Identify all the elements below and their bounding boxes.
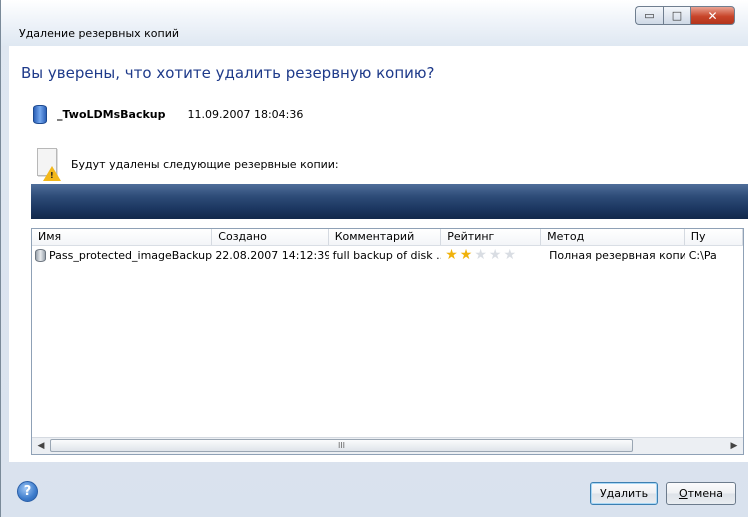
delete-button[interactable]: Удалить bbox=[590, 482, 658, 505]
maximize-button[interactable]: □ bbox=[663, 6, 691, 25]
backup-archive-icon bbox=[33, 104, 47, 124]
table-row[interactable]: Pass_protected_imageBackup 22.08.2007 14… bbox=[32, 246, 743, 264]
column-header-path[interactable]: Пу bbox=[684, 229, 743, 245]
cancel-label: тмена bbox=[687, 487, 724, 500]
scroll-left-arrow-icon[interactable]: ◀ bbox=[34, 440, 48, 453]
maximize-icon: □ bbox=[671, 9, 683, 22]
scroll-thumb[interactable]: III bbox=[50, 439, 633, 452]
star-empty-icon[interactable]: ★ bbox=[489, 248, 502, 262]
star-filled-icon[interactable]: ★ bbox=[445, 248, 458, 262]
disk-backup-icon bbox=[35, 248, 46, 262]
close-icon: ✕ bbox=[707, 8, 718, 23]
horizontal-scrollbar[interactable]: ◀ III ▶ bbox=[32, 437, 743, 454]
close-button[interactable]: ✕ bbox=[691, 6, 735, 25]
help-icon[interactable]: ? bbox=[17, 481, 38, 502]
window-title: Удаление резервных копий bbox=[19, 27, 180, 40]
column-header-name[interactable]: Имя bbox=[32, 229, 213, 245]
minimize-button[interactable]: ▭ bbox=[635, 6, 663, 25]
minimize-icon: ▭ bbox=[644, 9, 655, 22]
cell-comment: full backup of disk ... bbox=[332, 248, 442, 262]
column-header-rating[interactable]: Рейтинг bbox=[441, 229, 542, 245]
warning-icon: ! bbox=[31, 144, 71, 186]
confirmation-question: Вы уверены, что хотите удалить резервную… bbox=[21, 64, 435, 82]
cancel-accelerator: О bbox=[678, 487, 688, 500]
star-empty-icon[interactable]: ★ bbox=[474, 248, 487, 262]
column-header-created[interactable]: Создано bbox=[212, 229, 329, 245]
table-header: Имя Создано Комментарий Рейтинг Метод Пу bbox=[32, 229, 743, 246]
rating-stars[interactable]: ★ ★ ★ ★ ★ bbox=[441, 248, 541, 262]
backup-date: 11.09.2007 18:04:36 bbox=[187, 107, 304, 121]
delete-backups-window: Удаление резервных копий ▭ □ ✕ Вы уверен… bbox=[0, 0, 748, 517]
star-filled-icon[interactable]: ★ bbox=[460, 248, 473, 262]
cell-method: Полная резервная копия bbox=[549, 248, 685, 262]
scroll-right-arrow-icon[interactable]: ▶ bbox=[727, 440, 741, 453]
column-header-comment[interactable]: Комментарий bbox=[328, 229, 442, 245]
row-name: Pass_protected_imageBackup bbox=[49, 248, 213, 262]
title-bar[interactable]: Удаление резервных копий ▭ □ ✕ bbox=[1, 0, 748, 46]
window-controls: ▭ □ ✕ bbox=[635, 6, 735, 26]
cell-name: Pass_protected_imageBackup bbox=[32, 248, 213, 262]
backup-summary: _TwoLDMsBackup 11.09.2007 18:04:36 bbox=[33, 104, 303, 124]
cell-path: C:\Pa bbox=[688, 248, 717, 262]
backups-table[interactable]: Имя Создано Комментарий Рейтинг Метод Пу… bbox=[31, 228, 744, 455]
list-header-bar bbox=[31, 184, 748, 219]
star-empty-icon[interactable]: ★ bbox=[503, 248, 516, 262]
backup-name: _TwoLDMsBackup bbox=[57, 107, 166, 121]
cancel-button[interactable]: Отмена bbox=[666, 482, 736, 505]
dialog-content: Вы уверены, что хотите удалить резервную… bbox=[9, 46, 748, 462]
warning-message: Будут удалены следующие резервные копии: bbox=[71, 158, 339, 171]
column-header-method[interactable]: Метод bbox=[541, 229, 685, 245]
cell-created: 22.08.2007 14:12:39 bbox=[215, 248, 329, 262]
